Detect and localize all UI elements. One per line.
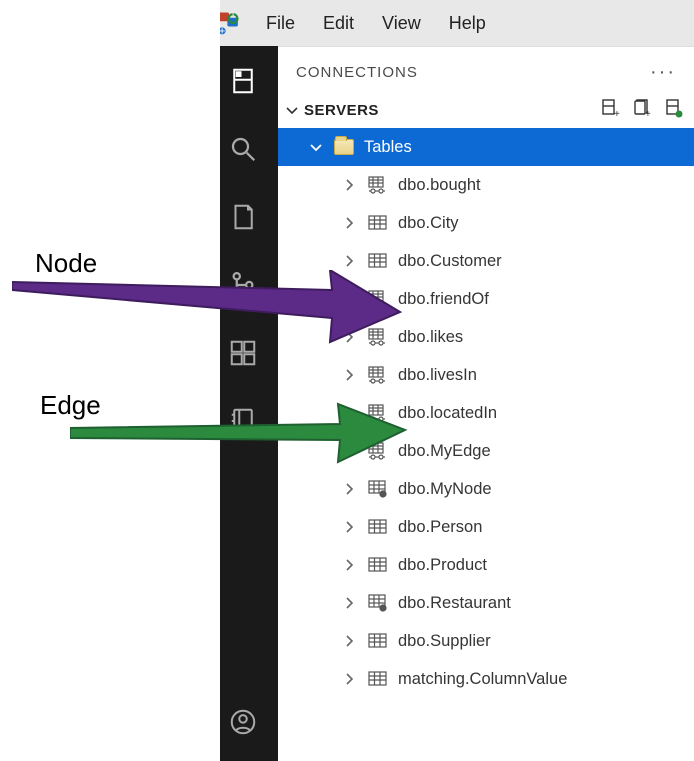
- panel-more-button[interactable]: ···: [650, 61, 676, 84]
- chevron-down-icon: [284, 102, 300, 118]
- table-row[interactable]: dbo.Customer: [278, 242, 694, 280]
- table-icon: [368, 252, 388, 270]
- table-icon: [368, 518, 388, 536]
- activity-search[interactable]: [224, 130, 262, 168]
- chevron-right-icon: [340, 367, 358, 383]
- menu-file[interactable]: File: [254, 9, 307, 38]
- table-row[interactable]: dbo.City: [278, 204, 694, 242]
- table-row[interactable]: dbo.MyEdge: [278, 432, 694, 470]
- table-row[interactable]: dbo.bought: [278, 166, 694, 204]
- panel-title: CONNECTIONS: [296, 64, 418, 81]
- annotation-edge-label: Edge: [40, 390, 101, 421]
- table-name: dbo.friendOf: [398, 290, 489, 309]
- table-name: dbo.likes: [398, 328, 463, 347]
- chevron-right-icon: [340, 329, 358, 345]
- table-icon: [368, 594, 388, 612]
- app-window: File Edit View Help: [208, 0, 694, 761]
- table-name: dbo.bought: [398, 176, 481, 195]
- folder-icon: [334, 139, 354, 155]
- chevron-right-icon: [340, 405, 358, 421]
- activity-account[interactable]: [224, 703, 262, 741]
- chevron-right-icon: [340, 481, 358, 497]
- table-icon: [368, 214, 388, 232]
- connections-panel: CONNECTIONS ··· SERVERS + +: [278, 46, 694, 761]
- table-row[interactable]: dbo.Restaurant: [278, 584, 694, 622]
- table-icon: [368, 442, 388, 460]
- table-name: dbo.Person: [398, 518, 482, 537]
- activity-source-control[interactable]: 30: [224, 266, 262, 304]
- table-name: dbo.Customer: [398, 252, 502, 271]
- svg-text:+: +: [645, 109, 651, 118]
- table-row[interactable]: dbo.Product: [278, 546, 694, 584]
- activity-extensions[interactable]: [224, 334, 262, 372]
- table-name: dbo.Restaurant: [398, 594, 511, 613]
- connection-status-icon[interactable]: [664, 98, 684, 122]
- table-name: matching.ColumnValue: [398, 670, 567, 689]
- chevron-right-icon: [340, 291, 358, 307]
- table-row[interactable]: dbo.Person: [278, 508, 694, 546]
- chevron-right-icon: [340, 443, 358, 459]
- menu-help[interactable]: Help: [437, 9, 498, 38]
- table-icon: [368, 556, 388, 574]
- table-row[interactable]: dbo.MyNode: [278, 470, 694, 508]
- chevron-right-icon: [340, 595, 358, 611]
- annotation-node-label: Node: [35, 248, 97, 279]
- folder-label: Tables: [364, 138, 412, 157]
- table-name: dbo.MyEdge: [398, 442, 491, 461]
- table-name: dbo.livesIn: [398, 366, 477, 385]
- chevron-right-icon: [340, 557, 358, 573]
- table-icon: [368, 328, 388, 346]
- activity-connections[interactable]: [224, 62, 262, 100]
- chevron-right-icon: [340, 177, 358, 193]
- app-icon: [216, 9, 244, 37]
- activity-notebooks[interactable]: [224, 198, 262, 236]
- new-group-icon[interactable]: +: [632, 98, 652, 122]
- menu-view[interactable]: View: [370, 9, 433, 38]
- section-actions: + +: [600, 98, 684, 122]
- chevron-right-icon: [340, 519, 358, 535]
- table-row[interactable]: dbo.friendOf: [278, 280, 694, 318]
- table-icon: [368, 632, 388, 650]
- table-row[interactable]: dbo.locatedIn: [278, 394, 694, 432]
- svg-text:+: +: [614, 109, 620, 118]
- chevron-right-icon: [340, 671, 358, 687]
- source-control-badge: 30: [241, 292, 266, 308]
- tree: Tables dbo.bought dbo.City dbo.Customer dbo…: [278, 128, 694, 761]
- table-name: dbo.MyNode: [398, 480, 492, 499]
- table-name: dbo.City: [398, 214, 459, 233]
- chevron-down-icon: [308, 139, 324, 155]
- menubar: File Edit View Help: [208, 0, 694, 46]
- section-title: SERVERS: [304, 102, 600, 119]
- table-name: dbo.Product: [398, 556, 487, 575]
- table-row[interactable]: dbo.likes: [278, 318, 694, 356]
- chevron-right-icon: [340, 253, 358, 269]
- tables-folder[interactable]: Tables: [278, 128, 694, 166]
- table-icon: [368, 366, 388, 384]
- table-row[interactable]: dbo.Supplier: [278, 622, 694, 660]
- table-name: dbo.Supplier: [398, 632, 491, 651]
- activity-bar: 30: [208, 46, 278, 761]
- table-icon: [368, 480, 388, 498]
- new-connection-icon[interactable]: +: [600, 98, 620, 122]
- annotation-overlay: Node Edge: [0, 0, 220, 761]
- servers-section-header[interactable]: SERVERS + +: [278, 94, 694, 128]
- table-icon: [368, 404, 388, 422]
- table-row[interactable]: dbo.livesIn: [278, 356, 694, 394]
- chevron-right-icon: [340, 633, 358, 649]
- menu-edit[interactable]: Edit: [311, 9, 366, 38]
- table-icon: [368, 176, 388, 194]
- chevron-right-icon: [340, 215, 358, 231]
- table-name: dbo.locatedIn: [398, 404, 497, 423]
- table-icon: [368, 290, 388, 308]
- table-row[interactable]: matching.ColumnValue: [278, 660, 694, 698]
- activity-book[interactable]: [224, 402, 262, 440]
- table-icon: [368, 670, 388, 688]
